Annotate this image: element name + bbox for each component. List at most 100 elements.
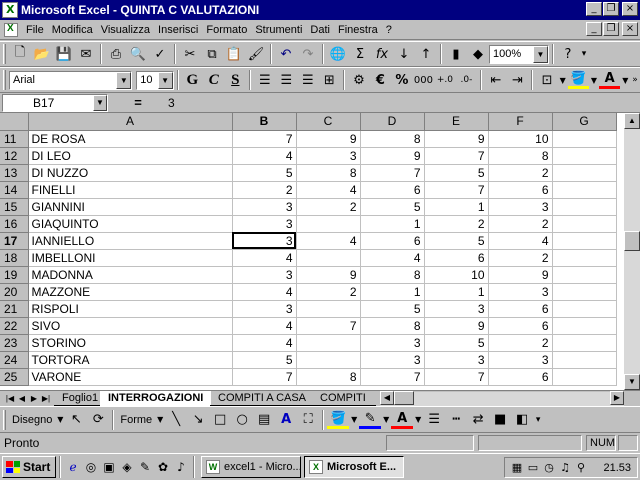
align-left-icon[interactable]: ☰	[254, 69, 276, 91]
cell-e[interactable]: 6	[424, 249, 489, 267]
currency-style-button[interactable]: €	[370, 69, 392, 91]
column-header-b[interactable]: B	[232, 113, 297, 131]
row-header[interactable]: 21	[0, 300, 29, 318]
formula-input[interactable]: 3	[168, 94, 640, 112]
cell-a[interactable]: DI LEO	[28, 147, 233, 165]
row-header[interactable]: 23	[0, 334, 29, 352]
cell-e[interactable]: 10	[424, 266, 489, 284]
cell-e[interactable]: 1	[424, 283, 489, 301]
undo-icon[interactable]: ↶	[275, 43, 297, 65]
cell-c[interactable]: 2	[296, 283, 361, 301]
toolbar-grip[interactable]	[3, 70, 6, 90]
cell-e[interactable]: 7	[424, 147, 489, 165]
chevron-down-icon[interactable]: ▼	[381, 409, 391, 431]
cell-c[interactable]	[296, 215, 361, 233]
scroll-left-icon[interactable]: ◀	[380, 391, 394, 405]
desktop-icon[interactable]: ▣	[100, 458, 118, 476]
percent-style-button[interactable]: %	[391, 69, 413, 91]
row-header[interactable]: 24	[0, 351, 29, 369]
cell-e[interactable]: 9	[424, 317, 489, 335]
cell-a[interactable]: RISPOLI	[28, 300, 233, 318]
cell-g[interactable]	[552, 232, 617, 250]
shadow-icon[interactable]: ■	[489, 409, 511, 431]
menu-finestra[interactable]: Finestra	[334, 21, 382, 39]
cell-g[interactable]	[552, 215, 617, 233]
menu-inserisci[interactable]: Inserisci	[154, 21, 202, 39]
italic-button[interactable]: C	[203, 69, 225, 91]
cell-a[interactable]: IMBELLONI	[28, 249, 233, 267]
rectangle-icon[interactable]: □	[209, 409, 231, 431]
prev-sheet-icon[interactable]: ◀	[16, 392, 28, 405]
cell-f[interactable]: 2	[488, 334, 553, 352]
tray-monitor-icon[interactable]: ▭	[525, 461, 541, 474]
hyperlink-icon[interactable]: 🌐	[327, 43, 349, 65]
row-header[interactable]: 16	[0, 215, 29, 233]
cell-g[interactable]	[552, 147, 617, 165]
menu-visualizza[interactable]: Visualizza	[97, 21, 154, 39]
cell-d[interactable]: 6	[360, 232, 425, 250]
cell-f[interactable]: 2	[488, 164, 553, 182]
zoom-select[interactable]: 100% ▼	[489, 44, 549, 64]
cell-g[interactable]	[552, 351, 617, 369]
menu-strumenti[interactable]: Strumenti	[251, 21, 306, 39]
line-icon[interactable]: ╲	[165, 409, 187, 431]
column-header-g[interactable]: G	[552, 113, 617, 131]
tab-foglio1[interactable]: Foglio1	[54, 391, 107, 406]
line-color-icon[interactable]: ✎	[359, 411, 382, 429]
oval-icon[interactable]: ○	[231, 409, 253, 431]
scroll-right-icon[interactable]: ▶	[610, 391, 624, 405]
cell-a[interactable]: GIAQUINTO	[28, 215, 233, 233]
cell-b[interactable]: 4	[232, 249, 297, 267]
tab-compiti-a-casa[interactable]: COMPITI A CASA	[210, 391, 315, 406]
restore-button[interactable]: ❐	[603, 2, 619, 16]
cell-f[interactable]: 3	[488, 198, 553, 216]
font-color-icon[interactable]: A	[598, 71, 621, 89]
cell-g[interactable]	[552, 283, 617, 301]
autosum-icon[interactable]: Σ	[349, 43, 371, 65]
row-header[interactable]: 15	[0, 198, 29, 216]
bold-button[interactable]: G	[182, 69, 204, 91]
cell-g[interactable]	[552, 266, 617, 284]
cell-b[interactable]: 5	[232, 164, 297, 182]
cell-f[interactable]: 6	[488, 181, 553, 199]
cell-b[interactable]: 3	[232, 300, 297, 318]
doc-close-button[interactable]: ×	[622, 22, 638, 36]
cell-g[interactable]	[552, 317, 617, 335]
save-icon[interactable]: 💾	[53, 43, 75, 65]
menu-formato[interactable]: Formato	[202, 21, 251, 39]
chevron-down-icon[interactable]: ▼	[93, 94, 107, 111]
excel-app-icon[interactable]	[2, 2, 18, 18]
cell-f[interactable]: 8	[488, 147, 553, 165]
arrow-style-icon[interactable]: ⇄	[467, 409, 489, 431]
cell-g[interactable]	[552, 164, 617, 182]
cell-d[interactable]: 8	[360, 266, 425, 284]
cell-b[interactable]: 2	[232, 181, 297, 199]
cell-c[interactable]: 4	[296, 181, 361, 199]
cell-b[interactable]: 4	[232, 147, 297, 165]
cell-b[interactable]: 3	[232, 198, 297, 216]
tab-interrogazioni[interactable]: INTERROGAZIONI	[100, 391, 212, 406]
free-rotate-icon[interactable]: ⟳	[87, 409, 109, 431]
comma-style-button[interactable]: 000	[413, 69, 435, 91]
last-sheet-icon[interactable]: ▶|	[40, 392, 52, 405]
font-size-select[interactable]: 10 ▼	[136, 70, 174, 90]
column-header-a[interactable]: A	[28, 113, 233, 131]
chart-wizard-icon[interactable]: ▮	[445, 43, 467, 65]
cell-c[interactable]: 9	[296, 130, 361, 148]
name-box[interactable]: B17 ▼	[2, 93, 108, 112]
cell-a[interactable]: IANNIELLO	[28, 232, 233, 250]
horizontal-scrollbar[interactable]: ◀ ▶	[380, 391, 624, 406]
cell-d[interactable]: 1	[360, 215, 425, 233]
wordart-icon[interactable]: A	[275, 409, 297, 431]
tray-network-icon[interactable]: ▦	[509, 461, 525, 474]
copy-icon[interactable]: ⧉	[201, 43, 223, 65]
menu-dati[interactable]: Dati	[306, 21, 334, 39]
cell-d[interactable]: 5	[360, 198, 425, 216]
cell-a[interactable]: MAZZONE	[28, 283, 233, 301]
cell-g[interactable]	[552, 130, 617, 148]
select-objects-icon[interactable]: ↖	[65, 409, 87, 431]
doc-minimize-button[interactable]: _	[586, 22, 602, 36]
chevron-down-icon[interactable]: ▼	[349, 409, 359, 431]
cell-d[interactable]: 1	[360, 283, 425, 301]
scroll-up-icon[interactable]: ▲	[624, 113, 640, 129]
